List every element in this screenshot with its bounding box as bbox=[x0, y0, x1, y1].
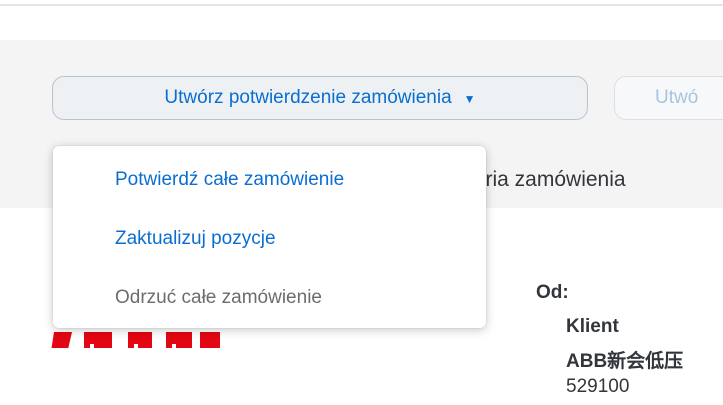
confirmation-dropdown-menu: Potwierdź całe zamówienie Zaktualizuj po… bbox=[53, 146, 486, 328]
tab-order-history[interactable]: toria zamówienia bbox=[468, 168, 626, 192]
create-secondary-label: Utwó bbox=[655, 87, 699, 108]
create-secondary-button[interactable]: Utwó bbox=[614, 76, 723, 120]
from-client-label: Klient bbox=[566, 316, 619, 337]
menu-item-update-items[interactable]: Zaktualizuj pozycje bbox=[115, 228, 276, 250]
from-section: Od: Klient ABB新会低压 529100 bbox=[536, 282, 683, 397]
create-order-confirmation-label: Utwórz potwierdzenie zamówienia bbox=[164, 87, 452, 108]
from-company-name: ABB新会低压 bbox=[566, 351, 684, 372]
menu-item-confirm-entire-order[interactable]: Potwierdź całe zamówienie bbox=[115, 169, 344, 191]
caret-down-icon: ▼ bbox=[463, 92, 476, 106]
create-order-confirmation-button[interactable]: Utwórz potwierdzenie zamówienia ▼ bbox=[52, 76, 588, 120]
menu-item-reject-entire-order[interactable]: Odrzuć całe zamówienie bbox=[115, 287, 322, 309]
from-label: Od: bbox=[536, 282, 569, 303]
from-postal-code: 529100 bbox=[566, 376, 630, 397]
header-divider bbox=[0, 4, 723, 6]
